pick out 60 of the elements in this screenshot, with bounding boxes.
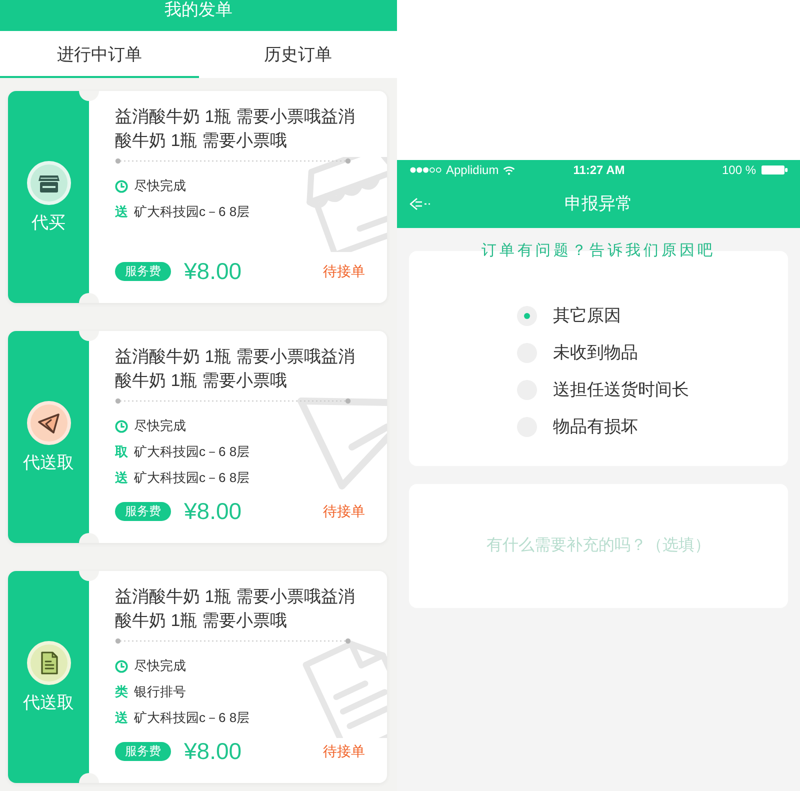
wifi-icon (502, 166, 515, 174)
radio-button[interactable] (517, 306, 537, 326)
carrier-name: Applidium (446, 163, 499, 177)
store-icon (26, 161, 70, 205)
remark-field[interactable]: 有什么需要补充的吗？（选填） (409, 484, 788, 608)
reason-label[interactable]: 送担任送货时间长 (553, 380, 689, 400)
status-text: 待接单 (323, 502, 365, 520)
document-icon (26, 641, 70, 685)
detail-label: 送 (115, 710, 128, 726)
fee-badge: 服务费 (115, 262, 171, 280)
detail-text: 矿大科技园c－6 8层 (134, 444, 250, 460)
fee-badge: 服务费 (115, 502, 171, 520)
signal-icon (410, 167, 442, 173)
paper-plane-icon (26, 401, 70, 445)
service-label: 代送取 (23, 453, 74, 473)
detail-label: 类 (115, 684, 128, 700)
time-text: 尽快完成 (134, 418, 186, 434)
clock-icon (115, 180, 128, 192)
nav-title: 申报异常 (564, 194, 632, 214)
price-text: ¥8.00 (184, 739, 242, 763)
page-title: 我的发单 (164, 0, 232, 19)
reason-prompt: 订单有问题？告诉我们原因吧 (482, 243, 716, 259)
detail-text: 矿大科技园c－6 8层 (134, 710, 250, 726)
status-text: 待接单 (323, 742, 365, 760)
order-card[interactable]: 代送取 益消酸牛奶 1瓶 需要小票哦益消酸牛奶 1瓶 需要小票哦 尽快完成 类 银行排号 送 矿大科技园c－6 8层 服务费 ¥8.00 待接单 (8, 571, 387, 783)
reason-label[interactable]: 其它原因 (553, 306, 621, 326)
paper-plane-outline-icon (295, 395, 387, 492)
ticket-notch (79, 331, 99, 341)
time-text: 尽快完成 (134, 658, 186, 674)
order-description: 益消酸牛奶 1瓶 需要小票哦益消酸牛奶 1瓶 需要小票哦 (115, 106, 356, 152)
clock-icon (115, 420, 128, 432)
ticket-notch (79, 293, 99, 303)
detail-text: 矿大科技园c－6 8层 (134, 470, 250, 486)
order-description: 益消酸牛奶 1瓶 需要小票哦益消酸牛奶 1瓶 需要小票哦 (115, 586, 356, 632)
order-description: 益消酸牛奶 1瓶 需要小票哦益消酸牛奶 1瓶 需要小票哦 (115, 346, 356, 392)
detail-label: 送 (115, 204, 128, 220)
status-text: 待接单 (323, 262, 365, 280)
clock-time: 11:27 AM (573, 163, 625, 177)
back-icon[interactable] (409, 197, 431, 211)
service-label: 代买 (32, 213, 66, 233)
detail-text: 银行排号 (134, 684, 186, 700)
ticket-notch (79, 773, 99, 783)
detail-label: 送 (115, 470, 128, 486)
clock-icon (115, 660, 128, 672)
order-card[interactable]: 代送取 益消酸牛奶 1瓶 需要小票哦益消酸牛奶 1瓶 需要小票哦 尽快完成 取 矿大科技园c－6 8层 送 矿大科技园c－6 8层 服务费 ¥8.00 待接单 (8, 331, 387, 543)
ticket-notch (79, 533, 99, 543)
battery-percent: 100 % (722, 163, 756, 177)
detail-text: 矿大科技园c－6 8层 (134, 204, 250, 220)
ticket-notch (79, 571, 99, 581)
order-card[interactable]: 代买 益消酸牛奶 1瓶 需要小票哦益消酸牛奶 1瓶 需要小票哦 尽快完成 送 矿大科技园c－6 8层 服务费 ¥8.00 待接单 (8, 91, 387, 303)
price-text: ¥8.00 (184, 259, 242, 283)
battery-icon (761, 165, 788, 175)
price-text: ¥8.00 (184, 499, 242, 523)
time-text: 尽快完成 (134, 178, 186, 194)
reason-label[interactable]: 物品有损坏 (553, 416, 638, 436)
fee-badge: 服务费 (115, 742, 171, 760)
ticket-notch (79, 91, 99, 101)
reason-label[interactable]: 未收到物品 (553, 342, 638, 362)
detail-label: 取 (115, 444, 128, 460)
service-label: 代送取 (23, 693, 74, 713)
